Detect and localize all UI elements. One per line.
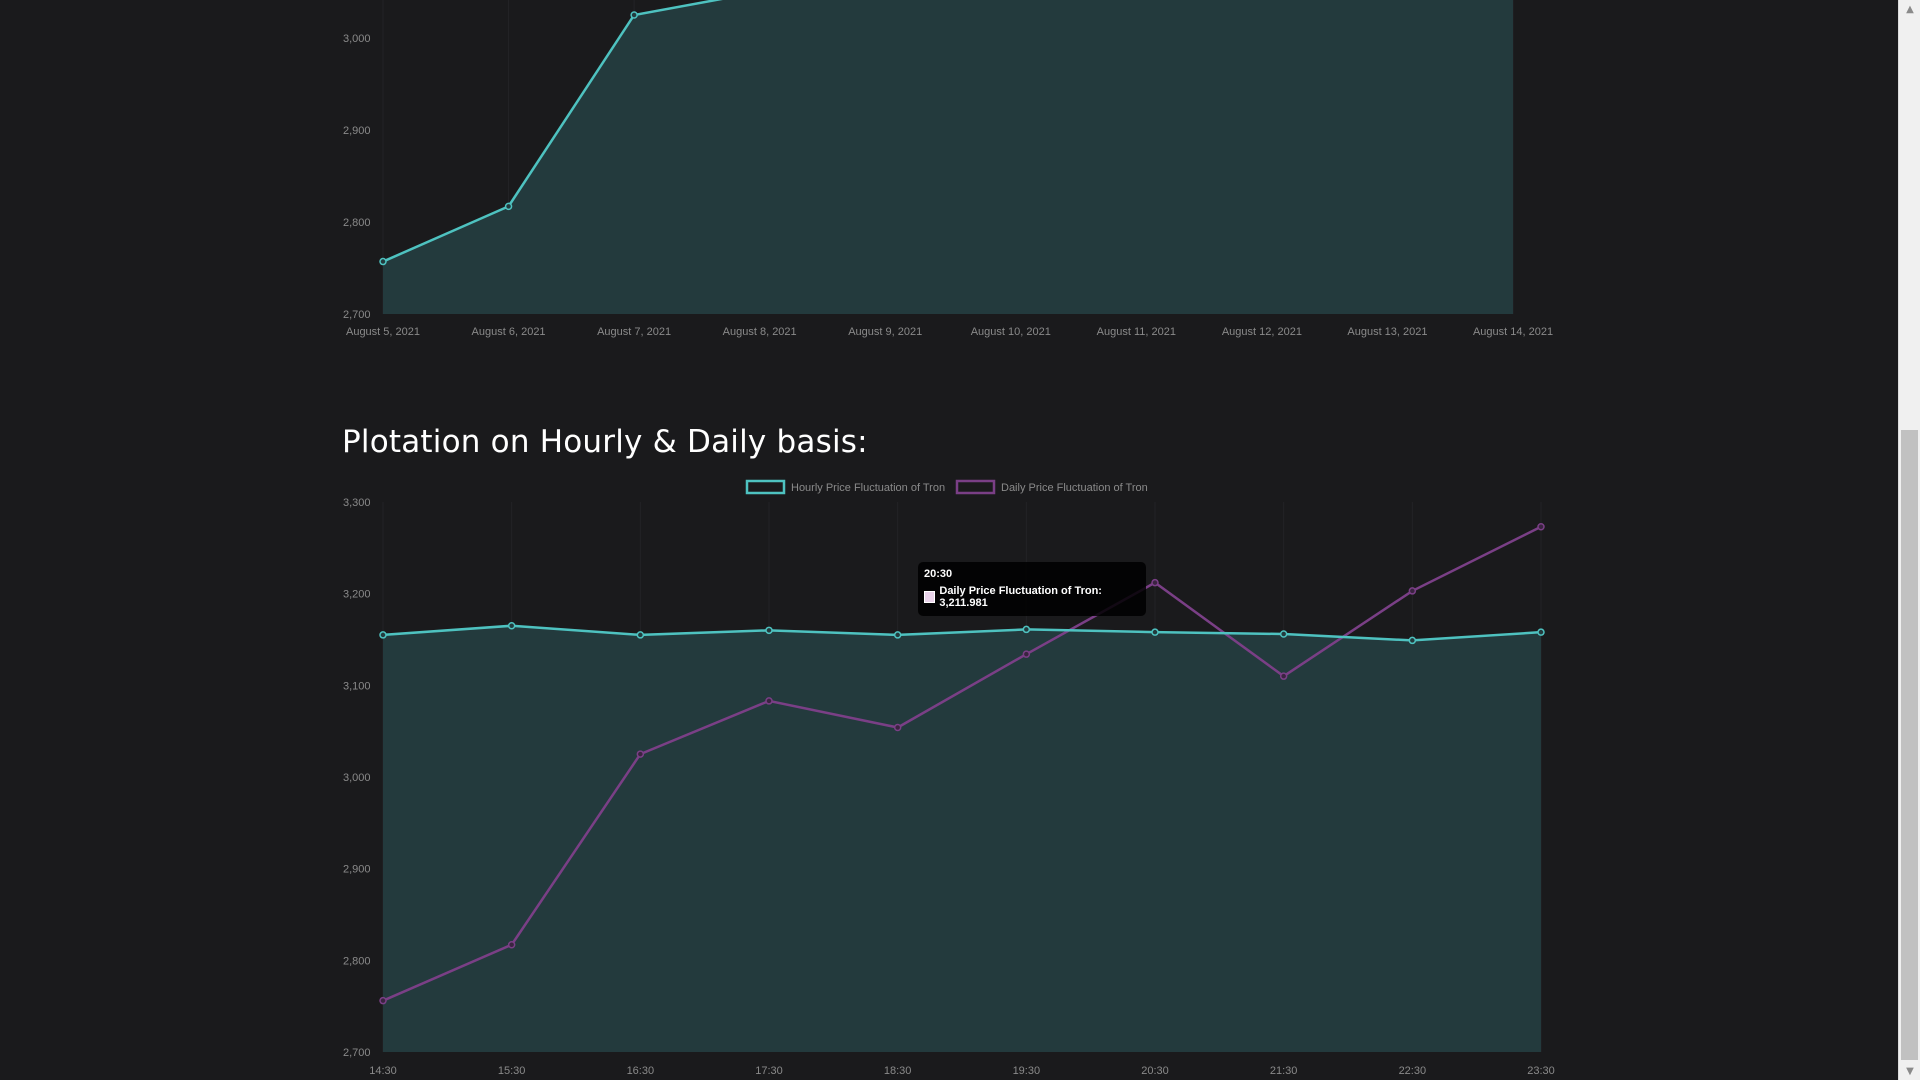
tooltip-title: 20:30	[924, 568, 953, 580]
scroll-down-arrow-icon[interactable]: ▼	[1899, 1062, 1920, 1080]
legend-item-hourly[interactable]: Hourly Price Fluctuation of Tron	[745, 479, 945, 495]
hourly-data-point[interactable]	[1408, 636, 1417, 645]
daily-data-point[interactable]	[1537, 523, 1545, 531]
daily-data-point[interactable]	[1022, 650, 1031, 658]
hourly-data-point[interactable]	[1279, 630, 1288, 638]
x-tick-label: 17:30	[755, 1065, 783, 1077]
hourly-data-point[interactable]	[507, 622, 516, 630]
x-tick-label: 18:30	[884, 1065, 912, 1077]
daily-data-point[interactable]	[636, 750, 645, 758]
y-tick-label: 3,000	[343, 772, 371, 784]
x-tick-label: 20:30	[1141, 1065, 1169, 1077]
hourly-data-point[interactable]	[379, 631, 387, 639]
y-tick-label: 2,700	[343, 1047, 371, 1059]
x-tick-label: 15:30	[498, 1065, 526, 1077]
x-tick-label: 16:30	[627, 1065, 655, 1077]
legend-swatch	[745, 479, 786, 495]
hourly-data-point[interactable]	[765, 626, 773, 635]
daily-data-point[interactable]	[1279, 672, 1288, 680]
x-tick-label: 14:30	[369, 1065, 397, 1077]
x-tick-label: 21:30	[1270, 1065, 1298, 1077]
y-tick-label: 2,900	[343, 864, 371, 876]
legend-label: Daily Price Fluctuation of Tron	[1001, 482, 1148, 494]
x-tick-label: 23:30	[1527, 1065, 1555, 1077]
y-tick-label: 3,200	[343, 589, 371, 601]
x-tick-label: 22:30	[1399, 1065, 1427, 1077]
hourly-data-point[interactable]	[1151, 628, 1159, 636]
legend-swatch	[955, 479, 996, 495]
daily-data-point[interactable]	[765, 697, 773, 705]
daily-data-point[interactable]	[379, 996, 387, 1005]
daily-data-point[interactable]	[893, 723, 902, 732]
hourly-daily-chart: Hourly Price Fluctuation of Tron Daily Pr…	[343, 479, 1555, 1077]
daily-data-point[interactable]	[1151, 578, 1159, 587]
hourly-data-point[interactable]	[893, 631, 902, 639]
daily-data-point[interactable]	[1408, 587, 1417, 595]
chart-tooltip: 20:30 Daily Price Fluctuation of Tron: 3…	[918, 562, 1146, 616]
y-tick-label: 2,800	[343, 955, 371, 967]
hourly-data-point[interactable]	[636, 631, 645, 639]
legend-label: Hourly Price Fluctuation of Tron	[791, 482, 945, 494]
page-viewport: 2,700 2,800 2,900 3,000 August 5, 2021 Augus…	[0, 0, 1898, 1080]
tooltip-body: Daily Price Fluctuation of Tron: 3,211.9…	[924, 585, 1140, 609]
tooltip-swatch	[924, 591, 936, 603]
scroll-up-arrow-icon[interactable]: ▲	[1899, 0, 1920, 18]
x-tick-label: 19:30	[1013, 1065, 1041, 1077]
tooltip-text: Daily Price Fluctuation of Tron: 3,211.9…	[939, 585, 1102, 609]
vertical-scrollbar[interactable]: ▲ ▼	[1898, 0, 1920, 1080]
hourly-data-point[interactable]	[1022, 625, 1031, 634]
legend-item-daily[interactable]: Daily Price Fluctuation of Tron	[955, 479, 1148, 495]
scrollbar-thumb[interactable]	[1901, 430, 1918, 1060]
y-tick-label: 3,300	[343, 497, 371, 509]
hourly-data-point[interactable]	[1537, 628, 1545, 636]
y-tick-label: 3,100	[343, 680, 371, 692]
daily-data-point[interactable]	[507, 941, 516, 949]
